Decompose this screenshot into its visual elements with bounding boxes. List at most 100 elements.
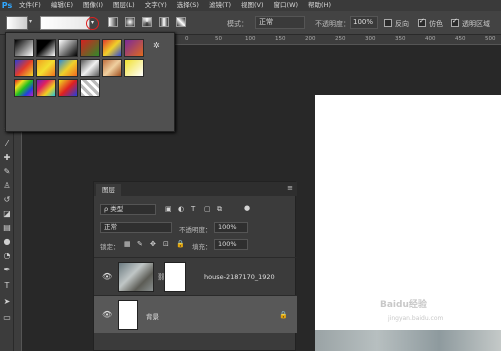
fill-label: 填充： (192, 243, 212, 251)
shape-filter-icon[interactable]: ▢ (204, 205, 211, 213)
gradient-preset[interactable] (80, 39, 100, 57)
blend-mode-select[interactable]: 正常 (100, 222, 172, 233)
menu-bar: Ps 文件(F) 编辑(E) 图像(I) 图层(L) 文字(Y) 选择(S) 滤… (0, 0, 501, 11)
gradient-preset-grid (14, 39, 144, 97)
gradient-preset[interactable] (102, 39, 122, 57)
gradient-preset[interactable] (58, 39, 78, 57)
watermark-url: jingyan.baidu.com (388, 315, 444, 322)
adjustment-filter-icon[interactable]: ◐ (178, 205, 184, 213)
fill-input[interactable]: 100% (214, 239, 248, 250)
gradient-swatch[interactable] (40, 16, 90, 30)
ruler-mark: 350 (395, 36, 406, 42)
gradient-preset[interactable] (80, 79, 100, 97)
mode-select[interactable]: 正常 (255, 16, 305, 29)
gear-icon[interactable]: ✲ (153, 41, 160, 50)
rectangle-tool-icon[interactable]: ▭ (2, 313, 12, 323)
history-brush-tool-icon[interactable]: ↺ (2, 195, 12, 205)
filter-toggle-icon[interactable]: ● (244, 204, 250, 212)
layer-opacity-input[interactable]: 100% (214, 222, 248, 233)
ruler-top: 0 50 100 150 200 250 300 350 400 450 500 (175, 35, 501, 45)
visibility-eye-icon[interactable]: 👁 (102, 310, 112, 319)
healing-brush-tool-icon[interactable]: ✚ (2, 153, 12, 163)
gradient-preset[interactable] (14, 39, 34, 57)
angle-gradient-icon[interactable] (142, 17, 152, 27)
dither-checkbox[interactable] (418, 17, 426, 27)
gradient-preset[interactable] (124, 39, 144, 57)
brush-tool-icon[interactable]: ✎ (2, 167, 12, 177)
gradient-preset[interactable] (80, 59, 100, 77)
ruler-mark: 100 (245, 36, 256, 42)
layer-filter-row: ρ 类型 ▣ ◐ T ▢ ⧉ ● (94, 202, 297, 218)
menu-help[interactable]: 帮助(H) (303, 0, 336, 11)
ruler-mark: 200 (305, 36, 316, 42)
eraser-tool-icon[interactable]: ◪ (2, 209, 12, 219)
gradient-preset[interactable] (36, 79, 56, 97)
watermark-title: Baidu经验 (380, 300, 427, 310)
document-canvas[interactable] (315, 95, 501, 351)
photoshop-logo: Ps (1, 1, 13, 10)
opacity-input[interactable]: 100% (350, 16, 378, 29)
ruler-mark: 450 (455, 36, 466, 42)
gradient-preset[interactable] (36, 39, 56, 57)
pen-tool-icon[interactable]: ✒ (2, 265, 12, 275)
tool-preset-picker[interactable] (6, 16, 28, 30)
eyedropper-tool-icon[interactable]: ⁄ (2, 139, 12, 149)
layer-name[interactable]: 背景 (146, 311, 159, 321)
pixel-filter-icon[interactable]: ▣ (165, 205, 172, 213)
menu-window[interactable]: 窗口(W) (269, 0, 304, 11)
dodge-tool-icon[interactable]: ◔ (2, 251, 12, 261)
menu-view[interactable]: 视图(V) (236, 0, 269, 11)
reflected-gradient-icon[interactable] (159, 17, 169, 27)
gradient-preset[interactable] (124, 59, 144, 77)
gradient-tool-icon[interactable]: ▤ (2, 223, 12, 233)
lock-all-icon[interactable]: 🔒 (176, 240, 185, 248)
opacity-label: 不透明度： (315, 20, 350, 28)
ruler-mark: 250 (335, 36, 346, 42)
layer-thumbnail (118, 262, 154, 292)
layer-row[interactable]: 👁 ⛓ house-2187170_1920 (94, 257, 297, 295)
gradient-preset[interactable] (102, 59, 122, 77)
path-selection-tool-icon[interactable]: ➤ (2, 297, 12, 307)
layer-row-active[interactable]: 👁 背景 🔒 (94, 295, 297, 333)
tab-layers[interactable]: 图层 (96, 184, 121, 196)
smart-object-filter-icon[interactable]: ⧉ (217, 205, 222, 214)
menu-filter[interactable]: 滤镜(T) (204, 0, 236, 11)
gradient-picker-dropdown[interactable]: ▾ (86, 17, 99, 30)
ruler-mark: 500 (485, 36, 496, 42)
chevron-down-icon[interactable]: ▾ (29, 18, 35, 28)
gradient-preset[interactable] (14, 59, 34, 77)
menu-edit[interactable]: 编辑(E) (46, 0, 78, 11)
layers-panel: 图层 ≡ ρ 类型 ▣ ◐ T ▢ ⧉ ● 正常 不透明度： 100% 锁定： … (93, 181, 297, 351)
panel-menu-icon[interactable]: ≡ (287, 184, 293, 192)
gradient-preset[interactable] (58, 79, 78, 97)
visibility-eye-icon[interactable]: 👁 (102, 272, 112, 281)
diamond-gradient-icon[interactable] (176, 17, 186, 27)
menu-layer[interactable]: 图层(L) (108, 0, 140, 11)
linear-gradient-icon[interactable] (108, 17, 118, 27)
lock-position-icon[interactable]: ✥ (150, 240, 156, 248)
lock-transparent-icon[interactable]: ▦ (124, 240, 131, 248)
lock-artboard-icon[interactable]: ⊡ (163, 240, 169, 248)
reverse-checkbox[interactable] (384, 19, 392, 27)
menu-image[interactable]: 图像(I) (78, 0, 108, 11)
radial-gradient-icon[interactable] (125, 17, 135, 27)
ruler-mark: 150 (275, 36, 286, 42)
menu-file[interactable]: 文件(F) (14, 0, 46, 11)
layer-name[interactable]: house-2187170_1920 (204, 273, 275, 281)
ruler-mark: 0 (185, 36, 189, 42)
transparency-checkbox[interactable] (451, 17, 459, 27)
ruler-mark: 400 (425, 36, 436, 42)
lock-image-icon[interactable]: ✎ (137, 240, 143, 248)
ruler-mark: 300 (365, 36, 376, 42)
clone-stamp-tool-icon[interactable]: ♙ (2, 181, 12, 191)
menu-type[interactable]: 文字(Y) (140, 0, 172, 11)
type-tool-icon[interactable]: T (2, 281, 12, 291)
gradient-preset[interactable] (58, 59, 78, 77)
type-filter-icon[interactable]: T (191, 205, 195, 213)
gradient-preset[interactable] (14, 79, 34, 97)
menu-select[interactable]: 选择(S) (172, 0, 204, 11)
layer-filter-select[interactable]: ρ 类型 (100, 204, 156, 215)
layer-mask-thumbnail[interactable] (164, 262, 186, 292)
blur-tool-icon[interactable]: ● (2, 237, 12, 247)
gradient-preset[interactable] (36, 59, 56, 77)
